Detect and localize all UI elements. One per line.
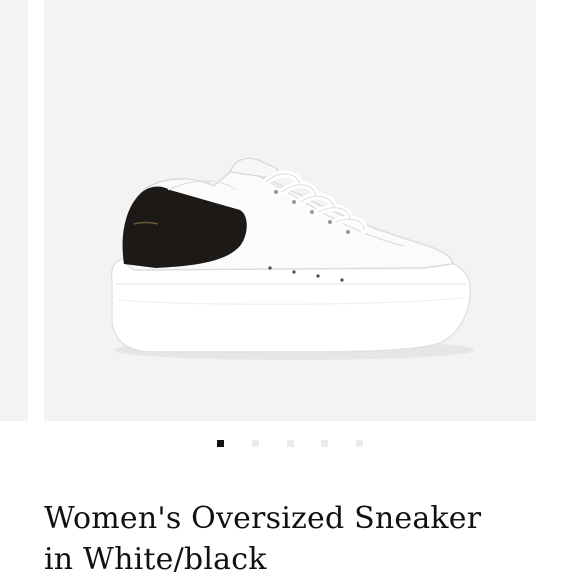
carousel-dot-3[interactable] <box>287 440 294 447</box>
product-image-carousel[interactable] <box>44 0 536 421</box>
carousel-dot-2[interactable] <box>252 440 259 447</box>
product-title: Women's Oversized Sneaker in White/black <box>44 498 564 580</box>
carousel-pagination <box>0 440 580 452</box>
product-title-line-2: in White/black <box>44 542 267 577</box>
carousel-dot-5[interactable] <box>356 440 363 447</box>
previous-slide-peek[interactable] <box>0 0 28 421</box>
product-page: Women's Oversized Sneaker in White/black <box>0 0 580 580</box>
product-image <box>110 157 474 360</box>
product-title-line-1: Women's Oversized Sneaker <box>44 501 482 536</box>
carousel-dot-1[interactable] <box>217 440 224 447</box>
carousel-dot-4[interactable] <box>321 440 328 447</box>
